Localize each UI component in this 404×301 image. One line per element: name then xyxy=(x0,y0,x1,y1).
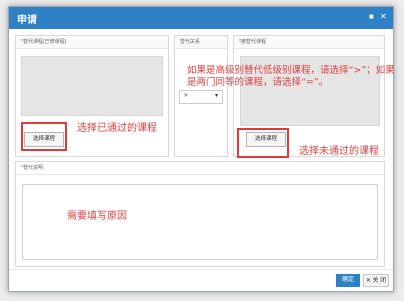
highlight-box-left xyxy=(21,122,67,151)
selected-course-list xyxy=(21,56,163,116)
confirm-button[interactable]: 确定 xyxy=(336,274,360,287)
annotation-right: 选择未通过的课程 xyxy=(299,146,379,157)
panel-header: 替代关系 xyxy=(175,36,227,49)
panel-header-label: *被替代课程 xyxy=(239,39,266,45)
close-button[interactable]: ✕ 关 闭 xyxy=(363,274,389,287)
chevron-down-icon: ▾ xyxy=(214,93,218,99)
dialog-title: 申请 xyxy=(17,15,37,26)
annotation-relation-line1: 如果是高级别替代低级别课程，请选择“>”；如果 xyxy=(187,65,395,76)
panel-header: *替代课程(已修课程) xyxy=(16,36,168,49)
apply-dialog: 申请 ■ ✕ *替代课程(已修课程) 选择课程 选择已通过的课程 替代关系 > … xyxy=(8,6,395,292)
footer-divider xyxy=(9,269,393,270)
close-icon[interactable]: ✕ xyxy=(380,13,388,21)
reason-textarea[interactable] xyxy=(22,184,378,260)
panel-header-label: *替代课程(已修课程) xyxy=(21,39,67,45)
relation-panel: 替代关系 > ▾ xyxy=(174,35,228,157)
highlight-box-right xyxy=(237,128,289,158)
panel-header: *被替代课程 xyxy=(234,36,384,49)
close-button-label: 关 闭 xyxy=(372,278,387,284)
close-icon: ✕ xyxy=(365,278,371,284)
panel-header-label: *替代说明 xyxy=(21,165,43,171)
annotation-left: 选择已通过的课程 xyxy=(77,123,157,134)
maximize-icon[interactable]: ■ xyxy=(369,13,377,21)
annotation-relation: 如果是高级别替代低级别课程，请选择“>”；如果 是两门同等的课程，请选择“=”。 xyxy=(187,65,395,89)
panel-header-label: 替代关系 xyxy=(180,39,201,45)
annotation-relation-line2: 是两门同等的课程，请选择“=”。 xyxy=(187,77,329,88)
relation-select[interactable]: > ▾ xyxy=(179,90,223,104)
panel-header: *替代说明 xyxy=(16,162,384,175)
dialog-titlebar: 申请 ■ ✕ xyxy=(9,7,393,29)
annotation-reason: 需要填写原因 xyxy=(67,211,127,222)
relation-select-value: > xyxy=(184,93,188,99)
